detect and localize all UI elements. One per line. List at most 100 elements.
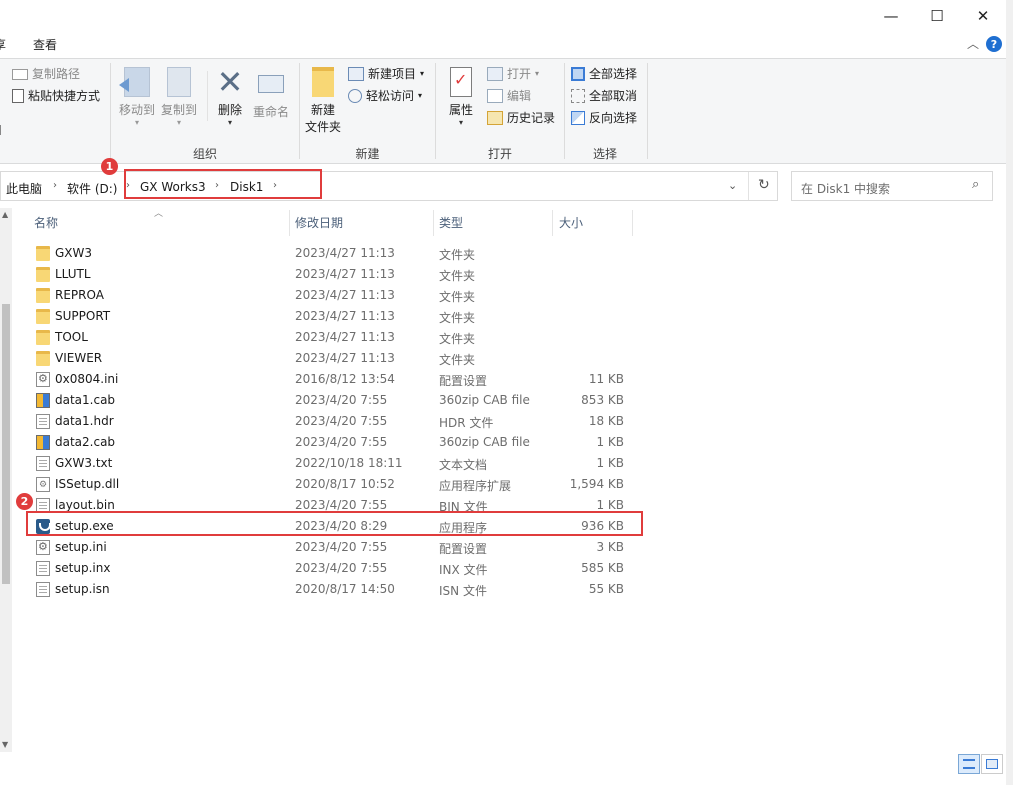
table-row[interactable]: REPROA 2023/4/27 11:13 文件夹 xyxy=(26,285,636,306)
details-view-button[interactable] xyxy=(958,754,980,774)
scrollbar-thumb[interactable] xyxy=(2,304,10,584)
column-divider[interactable] xyxy=(552,210,553,236)
folder-icon xyxy=(36,330,50,345)
scroll-down-icon[interactable]: ▼ xyxy=(2,740,8,749)
large-icons-view-button[interactable] xyxy=(981,754,1003,774)
file-name: LLUTL xyxy=(55,267,91,281)
sort-ascending-icon: ︿ xyxy=(154,209,164,219)
minimize-button[interactable]: — xyxy=(868,0,914,32)
refresh-icon[interactable]: ↻ xyxy=(758,177,770,193)
easy-access-button[interactable]: 轻松访问 ▾ xyxy=(348,87,422,104)
file-date: 2016/8/12 13:54 xyxy=(295,372,395,386)
maximize-button[interactable]: ☐ xyxy=(914,0,960,32)
file-date: 2023/4/27 11:13 xyxy=(295,267,395,281)
scroll-up-icon[interactable]: ▲ xyxy=(2,210,8,219)
table-row[interactable]: GXW3.txt 2022/10/18 18:11 文本文档 1 KB xyxy=(26,453,636,474)
history-button[interactable]: 历史记录 xyxy=(487,109,555,126)
doc-icon xyxy=(36,561,50,576)
table-row[interactable]: data1.cab 2023/4/20 7:55 360zip CAB file 85… xyxy=(26,390,636,411)
file-date: 2023/4/27 11:13 xyxy=(295,351,395,365)
copy-path-button[interactable]: 复制路径 xyxy=(12,65,80,82)
move-to-icon xyxy=(119,67,150,97)
copy-to-button[interactable]: 复制到 ▾ xyxy=(159,65,199,127)
table-row[interactable]: data2.cab 2023/4/20 7:55 360zip CAB file 1 … xyxy=(26,432,636,453)
file-name: GXW3.txt xyxy=(55,456,113,470)
collapse-ribbon-icon[interactable]: ︿ xyxy=(967,35,979,52)
file-name: setup.isn xyxy=(55,582,110,596)
vertical-scrollbar[interactable]: ▲ ▼ xyxy=(0,208,12,758)
delete-button[interactable]: ✕ 删除 ▾ xyxy=(213,65,247,127)
move-to-label: 移动到 xyxy=(118,103,155,117)
paste-shortcut-label: 粘贴快捷方式 xyxy=(28,89,101,103)
highlight-breadcrumb-box xyxy=(124,169,322,199)
file-name: GXW3 xyxy=(55,246,93,260)
column-header-type[interactable]: 类型 xyxy=(439,214,463,231)
file-date: 2023/4/20 7:55 xyxy=(295,498,388,512)
column-divider[interactable] xyxy=(632,210,633,236)
delete-label: 删除 xyxy=(217,103,242,117)
column-header-name[interactable]: 名称 xyxy=(34,214,58,231)
clipboard-partial-icon xyxy=(0,125,4,135)
group-select-label: 选择 xyxy=(592,147,617,161)
file-name: setup.inx xyxy=(55,561,111,575)
search-icon[interactable]: ⌕ xyxy=(972,177,979,192)
table-row[interactable]: setup.isn 2020/8/17 14:50 ISN 文件 55 KB xyxy=(26,579,636,600)
table-row[interactable]: ISSetup.dll 2020/8/17 10:52 应用程序扩展 1,594 KB xyxy=(26,474,636,495)
breadcrumb-drive-d[interactable]: 软件 (D:) xyxy=(67,180,117,197)
table-row[interactable]: SUPPORT 2023/4/27 11:13 文件夹 xyxy=(26,306,636,327)
table-row[interactable]: GXW3 2023/4/27 11:13 文件夹 xyxy=(26,243,636,264)
table-row[interactable]: setup.ini 2023/4/20 7:55 配置设置 3 KB xyxy=(26,537,636,558)
column-divider[interactable] xyxy=(433,210,434,236)
edit-button[interactable]: 编辑 xyxy=(487,87,531,104)
new-folder-button[interactable]: 新建 文件夹 xyxy=(303,65,343,135)
new-item-label: 新建项目 xyxy=(368,67,417,81)
table-row[interactable]: setup.inx 2023/4/20 7:55 INX 文件 585 KB xyxy=(26,558,636,579)
file-date: 2023/4/27 11:13 xyxy=(295,330,395,344)
table-row[interactable]: VIEWER 2023/4/27 11:13 文件夹 xyxy=(26,348,636,369)
table-row[interactable]: TOOL 2023/4/27 11:13 文件夹 xyxy=(26,327,636,348)
address-bar[interactable]: 此电脑 › 软件 (D:) › GX Works3 › Disk1 › ⌄ ↻ xyxy=(0,171,778,201)
file-date: 2023/4/27 11:13 xyxy=(295,309,395,323)
file-type: 应用程序扩展 xyxy=(439,479,512,493)
invert-selection-button[interactable]: 反向选择 xyxy=(571,109,637,126)
step-badge-1: 1 xyxy=(101,158,118,175)
tab-share[interactable]: 享 xyxy=(0,36,6,53)
select-all-button[interactable]: 全部选择 xyxy=(571,65,637,82)
cab-icon xyxy=(36,435,50,450)
open-button[interactable]: 打开 ▾ xyxy=(487,65,539,82)
table-row[interactable]: 0x0804.ini 2016/8/12 13:54 配置设置 11 KB xyxy=(26,369,636,390)
separator xyxy=(207,71,208,121)
edit-label: 编辑 xyxy=(507,89,532,103)
column-header-date[interactable]: 修改日期 xyxy=(295,214,343,231)
file-date: 2023/4/20 7:55 xyxy=(295,393,388,407)
chevron-right-icon[interactable]: › xyxy=(53,180,57,191)
table-row[interactable]: data1.hdr 2023/4/20 7:55 HDR 文件 18 KB xyxy=(26,411,636,432)
column-divider[interactable] xyxy=(289,210,290,236)
paste-shortcut-icon xyxy=(12,88,24,103)
breadcrumb-this-pc[interactable]: 此电脑 xyxy=(6,180,42,197)
file-size: 18 KB xyxy=(588,414,624,428)
file-type: 文件夹 xyxy=(439,353,476,367)
file-name: setup.ini xyxy=(55,540,107,554)
move-to-button[interactable]: 移动到 ▾ xyxy=(117,65,157,127)
help-icon[interactable]: ? xyxy=(986,36,1002,52)
properties-button[interactable]: ✓ 属性 ▾ xyxy=(444,65,478,127)
paste-shortcut-button[interactable]: 粘贴快捷方式 xyxy=(12,87,100,104)
file-date: 2023/4/20 7:55 xyxy=(295,540,388,554)
minimize-icon: — xyxy=(883,7,899,25)
file-name: ISSetup.dll xyxy=(55,477,120,491)
group-organize-label: 组织 xyxy=(192,147,217,161)
search-box[interactable]: 在 Disk1 中搜索 ⌕ xyxy=(791,171,993,201)
select-none-button[interactable]: 全部取消 xyxy=(571,87,637,104)
file-size: 3 KB xyxy=(596,540,624,554)
tab-view[interactable]: 查看 xyxy=(33,36,57,53)
folder-icon xyxy=(36,246,50,261)
close-button[interactable]: ✕ xyxy=(960,0,1006,32)
column-header-size[interactable]: 大小 xyxy=(559,214,583,231)
details-view-icon xyxy=(963,759,975,769)
history-dropdown-icon[interactable]: ⌄ xyxy=(728,179,737,192)
table-row[interactable]: LLUTL 2023/4/27 11:13 文件夹 xyxy=(26,264,636,285)
rename-button[interactable]: 重命名 xyxy=(250,65,292,119)
separator xyxy=(647,63,648,159)
new-item-button[interactable]: 新建项目 ▾ xyxy=(348,65,424,82)
